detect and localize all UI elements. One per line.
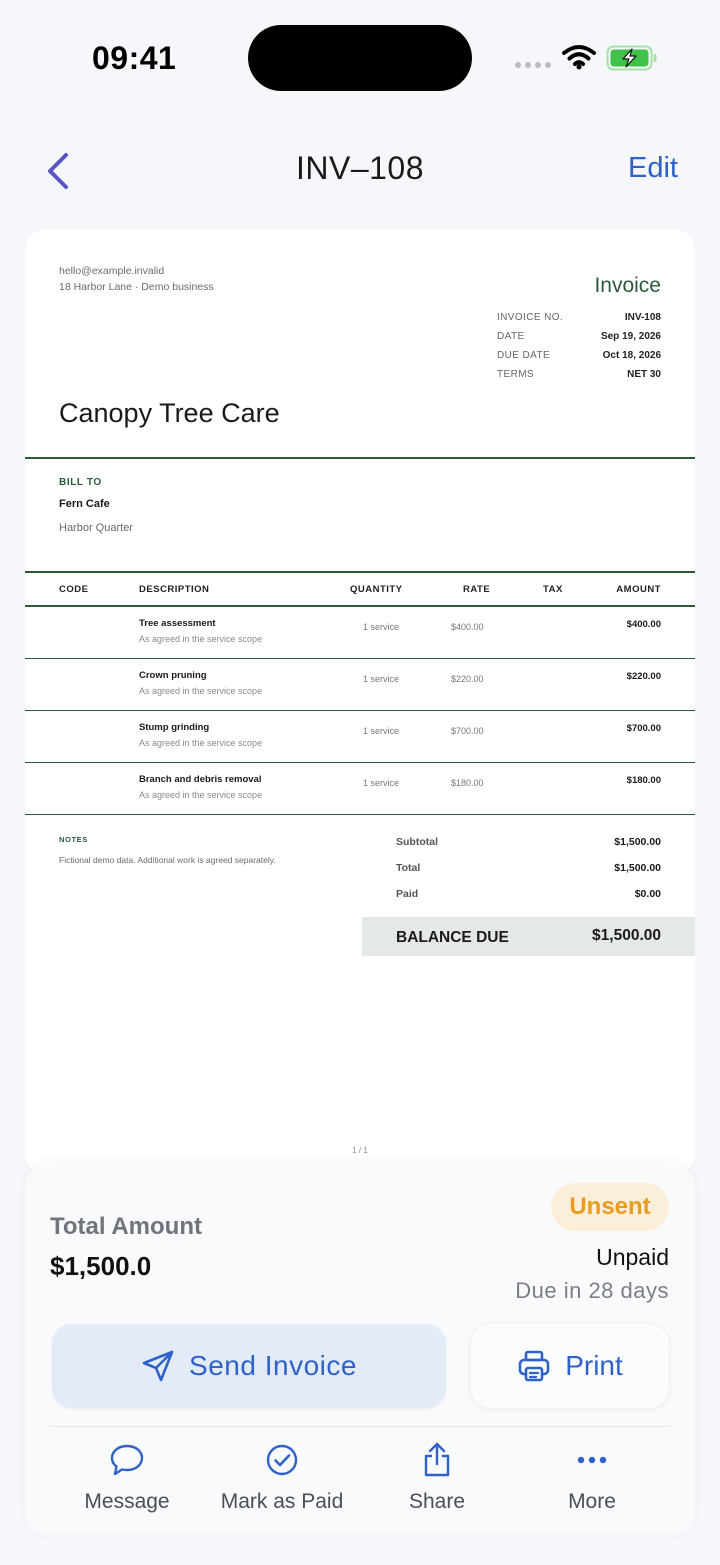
meta-row: DATE Sep 19, 2026 [497,331,661,342]
column-header-description: DESCRIPTION [139,584,210,595]
bill-to-address: Harbor Quarter [59,522,133,534]
item-amount: $220.00 [626,671,661,682]
business-address: 18 Harbor Lane · Demo business [59,281,214,293]
paid-label: Paid [396,888,419,900]
item-quantity: 1 service [363,622,400,632]
item-note: As agreed in the service scope [139,738,263,748]
send-invoice-button[interactable]: Send Invoice [52,1324,446,1408]
total-row: Total $1,500.00 [396,862,661,874]
share-button[interactable]: Share [362,1442,512,1514]
notes-text: Fictional demo data. Additional work is … [59,855,276,865]
total-value: $1,500.00 [614,862,661,874]
business-info: hello@example.invalid 18 Harbor Lane · D… [59,263,214,295]
send-invoice-label: Send Invoice [189,1350,357,1381]
table-row: Crown pruning As agreed in the service s… [25,659,695,711]
item-description: Stump grinding [139,722,210,733]
printer-icon [518,1350,550,1382]
dynamic-island [248,25,472,91]
share-label: Share [408,1490,466,1513]
mark-as-paid-label: Mark as Paid [220,1490,344,1513]
item-rate: $700.00 [451,726,484,736]
print-label: Print [565,1350,623,1381]
item-description: Branch and debris removal [139,774,262,785]
notes-label: NOTES [59,835,88,844]
meta-row: DUE DATE Oct 18, 2026 [497,350,661,361]
item-description: Crown pruning [139,670,207,681]
total-amount-label: Total Amount [50,1213,202,1240]
item-note: As agreed in the service scope [139,686,263,696]
balance-due-value: $1,500.00 [592,927,661,944]
more-label: More [568,1490,616,1513]
mark-as-paid-button[interactable]: Mark as Paid [207,1442,357,1514]
message-bubble-icon [110,1444,144,1476]
subtotal-row: Subtotal $1,500.00 [396,836,661,848]
subtotal-label: Subtotal [396,836,438,848]
item-amount: $400.00 [626,619,661,630]
paid-value: $0.00 [634,888,661,900]
table-row: Tree assessment As agreed in the service… [25,607,695,659]
item-description: Tree assessment [139,618,216,629]
item-note: As agreed in the service scope [139,634,263,644]
subtotal-value: $1,500.00 [614,836,661,848]
ellipsis-icon [577,1456,607,1464]
status-bar: 09:41 [0,0,720,110]
item-amount: $700.00 [626,723,661,734]
balance-due-label: BALANCE DUE [396,929,509,946]
checkmark-circle-icon [266,1444,298,1476]
bill-to-label: BILL TO [59,477,102,488]
item-quantity: 1 service [363,726,400,736]
edit-button[interactable]: Edit [628,152,678,185]
item-note: As agreed in the service scope [139,790,263,800]
message-button[interactable]: Message [52,1442,202,1514]
status-time: 09:41 [92,40,177,76]
print-button[interactable]: Print [471,1324,669,1408]
battery-charging-icon [606,45,657,71]
item-rate: $400.00 [451,622,484,632]
item-rate: $220.00 [451,674,484,684]
invoice-meta: INVOICE NO. INV-108 DATE Sep 19, 2026 DUE … [497,312,661,388]
meta-row: INVOICE NO. INV-108 [497,312,661,323]
company-name: Canopy Tree Care [59,398,280,428]
total-label: Total [396,862,421,874]
column-header-tax: TAX [543,584,563,595]
invoice-preview[interactable]: hello@example.invalid 18 Harbor Lane · D… [25,229,695,1175]
message-label: Message [84,1490,170,1513]
page-indicator: 1 / 1 [352,1146,368,1155]
bill-to-name: Fern Cafe [59,498,110,510]
item-quantity: 1 service [363,674,400,684]
item-amount: $180.00 [626,775,661,786]
share-icon [424,1442,450,1477]
divider [50,1426,670,1427]
column-header-amount: AMOUNT [616,584,661,595]
column-header-quantity: QUANTITY [350,584,403,595]
balance-due-row: BALANCE DUE $1,500.00 [362,917,695,956]
item-rate: $180.00 [451,778,484,788]
table-row: Branch and debris removal As agreed in t… [25,763,695,815]
divider [25,457,695,459]
more-button[interactable]: More [517,1442,667,1514]
status-badge: Unsent [551,1183,669,1231]
divider [25,571,695,573]
invoice-heading: Invoice [594,274,661,297]
payment-status: Unpaid [596,1244,669,1270]
column-header-code: CODE [59,584,89,595]
page-title: INV–108 [295,150,425,186]
column-header-rate: RATE [463,584,491,595]
due-text: Due in 28 days [515,1278,669,1303]
wifi-icon [562,45,596,70]
total-amount-value: $1,500.0 [50,1251,152,1281]
item-quantity: 1 service [363,778,400,788]
cellular-signal-icon [515,62,551,68]
paid-row: Paid $0.00 [396,888,661,900]
table-row: Stump grinding As agreed in the service … [25,711,695,763]
summary-panel: Total Amount $1,500.0 Unsent Unpaid Due … [25,1163,695,1535]
meta-row: TERMS NET 30 [497,369,661,380]
send-icon [142,1350,174,1382]
business-email: hello@example.invalid [59,265,165,277]
